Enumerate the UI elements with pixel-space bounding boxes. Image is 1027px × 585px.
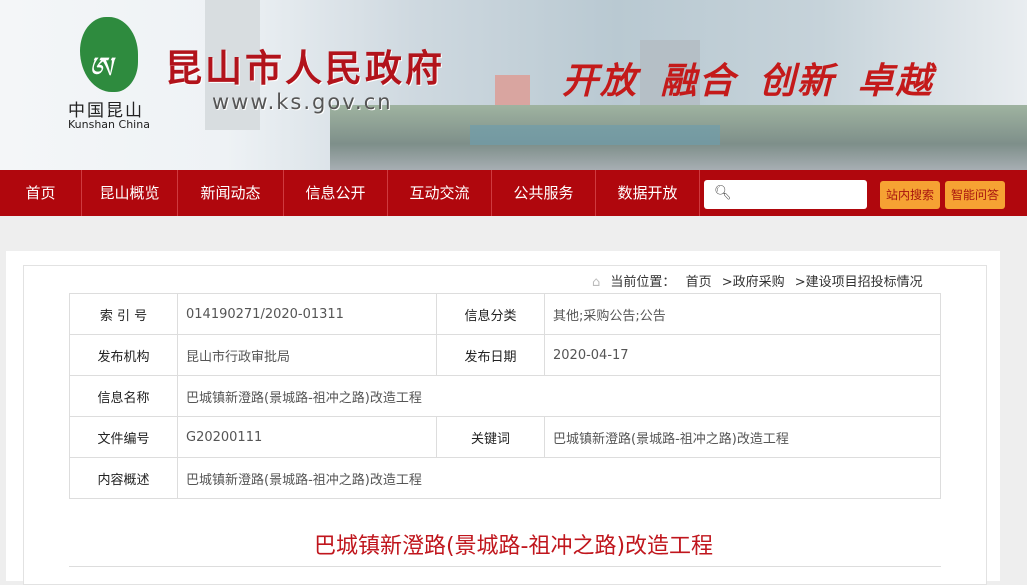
index-label: 索 引 号 xyxy=(69,293,178,335)
nav-interaction[interactable]: 互动交流 xyxy=(388,170,492,216)
breadcrumb-procurement[interactable]: >政府采购 xyxy=(722,275,785,290)
header-banner: ཨ 中国昆山 Kunshan China 昆山市人民政府 www.ks.gov.… xyxy=(0,0,1027,170)
document-title: 巴城镇新澄路(景城路-祖冲之路)改造工程 xyxy=(313,534,714,559)
divider xyxy=(69,566,941,567)
nav-open-data[interactable]: 数据开放 xyxy=(596,170,700,216)
category-label: 信息分类 xyxy=(436,293,545,335)
smart-qa-button[interactable]: 智能问答 xyxy=(945,181,1005,209)
info-table: 索 引 号 014190271/2020-01311 信息分类 其他;采购公告;… xyxy=(69,293,941,499)
nav-home[interactable]: 首页 xyxy=(0,170,82,216)
keywords-label: 关键词 xyxy=(436,416,545,458)
site-title: 昆山市人民政府 xyxy=(165,47,445,90)
nav-info-disclosure[interactable]: 信息公开 xyxy=(284,170,388,216)
breadcrumb-home[interactable]: 首页 xyxy=(686,275,712,290)
table-row: 内容概述 巴城镇新澄路(景城路-祖冲之路)改造工程 xyxy=(69,457,941,499)
slogan: 开放 融合 创新 卓越 xyxy=(562,60,934,102)
table-row: 索 引 号 014190271/2020-01311 信息分类 其他;采购公告;… xyxy=(69,293,941,335)
breadcrumb-label: 当前位置： xyxy=(610,275,676,290)
breadcrumb: ⌂ 当前位置： 首页 >政府采购 >建设项目招投标情况 xyxy=(592,271,929,290)
search-icon: 🔍︎ xyxy=(714,185,732,201)
table-row: 信息名称 巴城镇新澄路(景城路-祖冲之路)改造工程 xyxy=(69,375,941,417)
category-value: 其他;采购公告;公告 xyxy=(544,293,941,335)
main-nav: 首页 昆山概览 新闻动态 信息公开 互动交流 公共服务 数据开放 xyxy=(0,170,1027,216)
name-label: 信息名称 xyxy=(69,375,178,417)
home-icon: ⌂ xyxy=(592,275,601,290)
kunshan-logo[interactable]: ཨ xyxy=(80,17,138,92)
publisher-label: 发布机构 xyxy=(69,334,178,376)
nav-news[interactable]: 新闻动态 xyxy=(178,170,284,216)
name-value: 巴城镇新澄路(景城路-祖冲之路)改造工程 xyxy=(177,375,941,417)
table-row: 文件编号 G20200111 关键词 巴城镇新澄路(景城路-祖冲之路)改造工程 xyxy=(69,416,941,458)
date-value: 2020-04-17 xyxy=(544,334,941,376)
keywords-value: 巴城镇新澄路(景城路-祖冲之路)改造工程 xyxy=(544,416,941,458)
nav-public-service[interactable]: 公共服务 xyxy=(492,170,596,216)
index-value: 014190271/2020-01311 xyxy=(177,293,437,335)
search-input[interactable]: 🔍︎ xyxy=(704,180,867,209)
summary-label: 内容概述 xyxy=(69,457,178,499)
summary-value: 巴城镇新澄路(景城路-祖冲之路)改造工程 xyxy=(177,457,941,499)
site-url: www.ks.gov.cn xyxy=(212,90,393,114)
docno-value: G20200111 xyxy=(177,416,437,458)
date-label: 发布日期 xyxy=(436,334,545,376)
logo-en-text: Kunshan China xyxy=(68,118,150,131)
publisher-value: 昆山市行政审批局 xyxy=(177,334,437,376)
site-search-button[interactable]: 站内搜索 xyxy=(880,181,940,209)
nav-overview[interactable]: 昆山概览 xyxy=(82,170,178,216)
breadcrumb-bidding[interactable]: >建设项目招投标情况 xyxy=(795,275,923,290)
docno-label: 文件编号 xyxy=(69,416,178,458)
table-row: 发布机构 昆山市行政审批局 发布日期 2020-04-17 xyxy=(69,334,941,376)
